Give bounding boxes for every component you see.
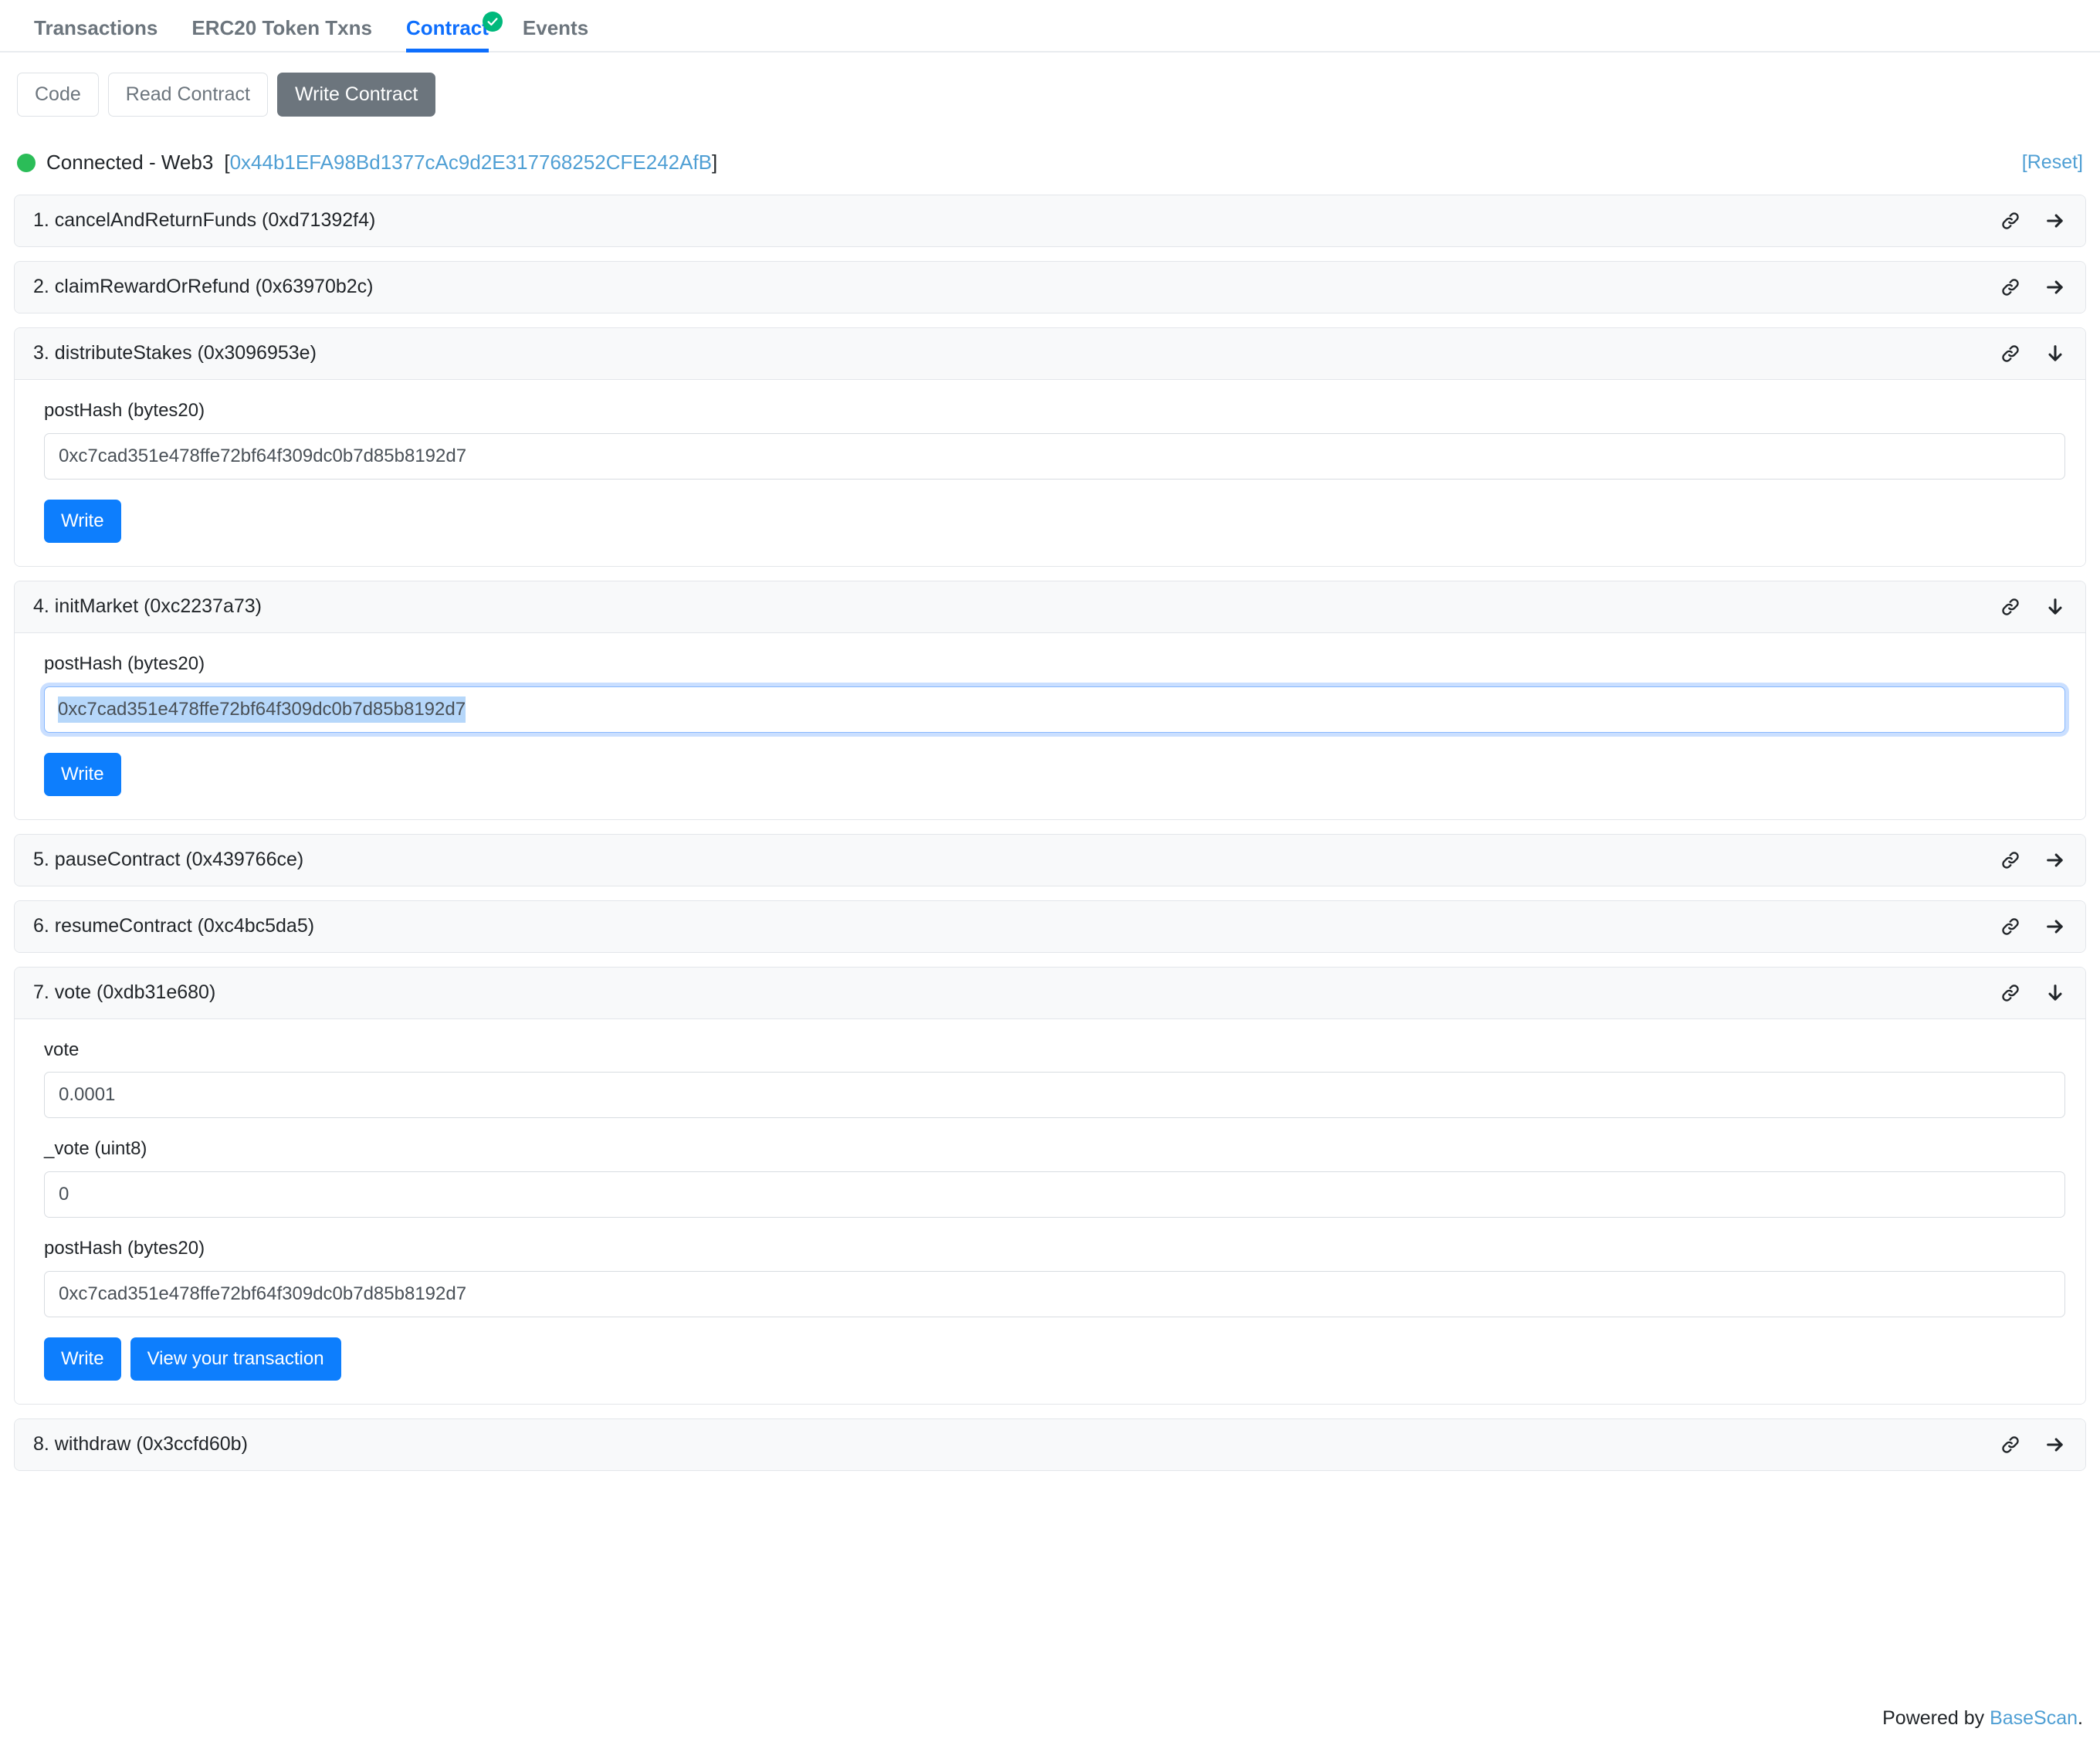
write-function-card: 6. resumeContract (0xc4bc5da5): [14, 900, 2086, 953]
write-function-card: 7. vote (0xdb31e680) vote _vote (uint8) pos…: [14, 966, 2086, 1405]
write-function-card: 4. initMarket (0xc2237a73) postHash (byte…: [14, 580, 2086, 820]
write-function-title: 8. withdraw (0x3ccfd60b): [33, 1433, 248, 1456]
arrow-down-icon[interactable]: [2044, 342, 2067, 365]
write-function-title: 7. vote (0xdb31e680): [33, 981, 216, 1003]
tab-contract[interactable]: Contract: [389, 12, 506, 53]
function-header-icons: [1999, 981, 2067, 1005]
write-function-card: 5. pauseContract (0x439766ce): [14, 833, 2086, 886]
view-your-transaction-button[interactable]: View your transaction: [130, 1337, 341, 1381]
tab-label: Transactions: [34, 16, 158, 39]
link-icon[interactable]: [1999, 342, 2022, 365]
connected-wallet-address-link[interactable]: 0x44b1EFA98Bd1377cAc9d2E317768252CFE242A…: [230, 151, 712, 175]
field-input[interactable]: [44, 686, 2065, 733]
link-icon[interactable]: [1999, 915, 2022, 938]
field-input[interactable]: [44, 432, 2065, 480]
tab-label: ERC20 Token Txns: [191, 16, 372, 39]
write-function-list: 1. cancelAndReturnFunds (0xd71392f4) 2. c…: [14, 195, 2086, 1471]
write-function-title: 4. initMarket (0xc2237a73): [33, 595, 262, 618]
write-function-title: 6. resumeContract (0xc4bc5da5): [33, 914, 315, 937]
function-action-buttons: Write: [44, 752, 2065, 796]
write-function-title: 5. pauseContract (0x439766ce): [33, 848, 304, 870]
function-header-icons: [1999, 595, 2067, 619]
write-button[interactable]: Write: [44, 499, 121, 543]
field-input[interactable]: [44, 1270, 2065, 1317]
field-input[interactable]: [44, 1072, 2065, 1119]
tab-label: Events: [522, 16, 589, 39]
link-icon[interactable]: [1999, 209, 2022, 232]
arrow-right-icon[interactable]: [2044, 849, 2067, 872]
web3-connection-row: Connected - Web3 [0x44b1EFA98Bd1377cAc9d…: [17, 151, 2083, 175]
arrow-down-icon[interactable]: [2044, 981, 2067, 1005]
contract-subnav: Code Read Contract Write Contract: [0, 53, 2100, 117]
subnav-code[interactable]: Code: [17, 73, 99, 117]
function-header-icons: [1999, 849, 2067, 872]
function-header-icons: [1999, 342, 2067, 365]
basescan-link[interactable]: BaseScan: [1990, 1707, 2078, 1729]
write-function-header[interactable]: 2. claimRewardOrRefund (0x63970b2c): [15, 262, 2085, 313]
bracket-open: [: [224, 151, 230, 174]
field-label: vote: [44, 1039, 80, 1060]
arrow-right-icon[interactable]: [2044, 1433, 2067, 1456]
footer-suffix: .: [2078, 1707, 2083, 1729]
link-icon[interactable]: [1999, 849, 2022, 872]
write-function-card: 3. distributeStakes (0x3096953e) postHash…: [14, 327, 2086, 567]
field-label: postHash (bytes20): [44, 652, 205, 674]
function-header-icons: [1999, 209, 2067, 232]
arrow-right-icon[interactable]: [2044, 276, 2067, 299]
tab-label: Contract: [406, 16, 489, 39]
tab-transactions[interactable]: Transactions: [17, 18, 174, 51]
field-label: _vote (uint8): [44, 1138, 147, 1160]
connection-status-dot: [17, 153, 36, 172]
connection-status: Connected - Web3 [0x44b1EFA98Bd1377cAc9d…: [17, 151, 717, 175]
write-function-card: 2. claimRewardOrRefund (0x63970b2c): [14, 261, 2086, 313]
write-function-title: 1. cancelAndReturnFunds (0xd71392f4): [33, 209, 376, 232]
connection-address-group: [0x44b1EFA98Bd1377cAc9d2E317768252CFE242…: [224, 151, 717, 175]
arrow-down-icon[interactable]: [2044, 595, 2067, 619]
write-function-header[interactable]: 8. withdraw (0x3ccfd60b): [15, 1418, 2085, 1470]
write-function-header[interactable]: 3. distributeStakes (0x3096953e): [15, 328, 2085, 380]
function-action-buttons: Write: [44, 499, 2065, 543]
subnav-write-contract[interactable]: Write Contract: [276, 73, 436, 117]
write-function-header[interactable]: 5. pauseContract (0x439766ce): [15, 834, 2085, 886]
write-function-body: postHash (bytes20) Write: [15, 380, 2085, 566]
connection-status-label: Connected - Web3: [46, 151, 214, 174]
write-function-card: 8. withdraw (0x3ccfd60b): [14, 1418, 2086, 1471]
write-function-title: 2. claimRewardOrRefund (0x63970b2c): [33, 276, 374, 298]
field-input[interactable]: [44, 1171, 2065, 1218]
write-function-header[interactable]: 7. vote (0xdb31e680): [15, 967, 2085, 1019]
write-function-title: 3. distributeStakes (0x3096953e): [33, 342, 317, 364]
field-label: postHash (bytes20): [44, 1238, 205, 1259]
reset-link[interactable]: [Reset]: [2022, 151, 2083, 174]
tab-events[interactable]: Events: [506, 18, 605, 51]
field-label: postHash (bytes20): [44, 400, 205, 421]
function-header-icons: [1999, 915, 2067, 938]
verified-check-icon: [482, 12, 503, 32]
bracket-close: ]: [712, 151, 718, 174]
link-icon[interactable]: [1999, 1433, 2022, 1456]
tab-bar: Transactions ERC20 Token Txns Contract Even…: [0, 0, 2100, 53]
function-header-icons: [1999, 276, 2067, 299]
write-function-body: vote _vote (uint8) postHash (bytes20) Write…: [15, 1018, 2085, 1404]
arrow-right-icon[interactable]: [2044, 915, 2067, 938]
write-function-header[interactable]: 6. resumeContract (0xc4bc5da5): [15, 900, 2085, 952]
write-function-body: postHash (bytes20) Write: [15, 632, 2085, 819]
subnav-read-contract[interactable]: Read Contract: [107, 73, 268, 117]
write-button[interactable]: Write: [44, 752, 121, 796]
link-icon[interactable]: [1999, 595, 2022, 619]
arrow-right-icon[interactable]: [2044, 209, 2067, 232]
tab-erc20-token-txns[interactable]: ERC20 Token Txns: [174, 18, 389, 51]
footer-prefix: Powered by: [1882, 1707, 1990, 1729]
footer: Powered by BaseScan.: [1882, 1707, 2083, 1730]
function-action-buttons: Write View your transaction: [44, 1337, 2065, 1381]
write-button[interactable]: Write: [44, 1337, 121, 1381]
write-function-header[interactable]: 1. cancelAndReturnFunds (0xd71392f4): [15, 195, 2085, 246]
link-icon[interactable]: [1999, 981, 2022, 1005]
link-icon[interactable]: [1999, 276, 2022, 299]
write-function-header[interactable]: 4. initMarket (0xc2237a73): [15, 581, 2085, 633]
function-header-icons: [1999, 1433, 2067, 1456]
write-function-card: 1. cancelAndReturnFunds (0xd71392f4): [14, 195, 2086, 247]
